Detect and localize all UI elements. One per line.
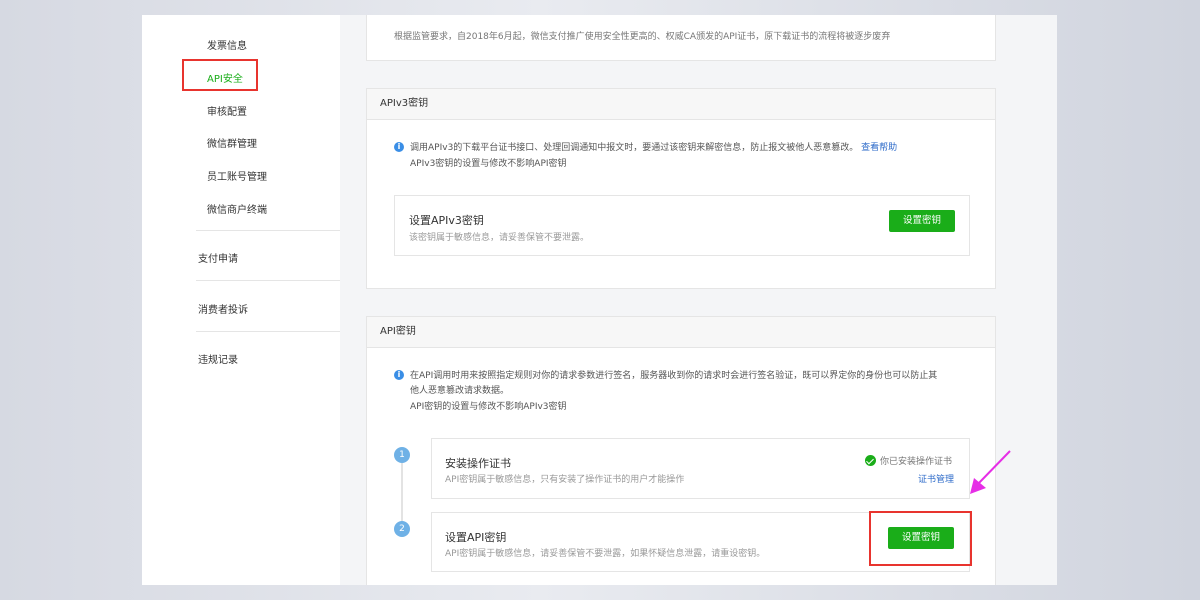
sidebar-item-review-config[interactable]: 审核配置 (207, 103, 247, 118)
apiv3-key-card: APIv3密钥 i 调用APIv3的下载平台证书接口、处理回调通知中报文时，要通… (366, 88, 996, 289)
main-content: 根据监管要求，自2018年6月起，微信支付推广使用安全性更高的、权威CA颁发的A… (340, 15, 1057, 585)
set-apiv3-key-button[interactable]: 设置密钥 (889, 210, 955, 232)
apiv3-card-header: APIv3密钥 (367, 89, 995, 120)
set-api-key-title: 设置API密钥 (445, 531, 507, 544)
api-notice-line1: 在API调用时用来按照指定规则对你的请求参数进行签名，服务器收到你的请求时会进行… (410, 371, 938, 381)
sidebar-item-wechat-group[interactable]: 微信群管理 (207, 135, 257, 150)
api-notice-line3: API密钥的设置与修改不影响APIv3密钥 (410, 402, 567, 412)
apiv3-setting-box: 设置APIv3密钥 该密钥属于敏感信息，请妥善保管不要泄露。 设置密钥 (394, 195, 970, 256)
install-cert-title: 安装操作证书 (445, 457, 511, 470)
install-cert-box: 安装操作证书 API密钥属于敏感信息，只有安装了操作证书的用户才能操作 你已安装… (431, 438, 970, 499)
help-link[interactable]: 查看帮助 (861, 143, 897, 153)
set-api-key-subtitle: API密钥属于敏感信息，请妥善保管不要泄露，如果怀疑信息泄露，请重设密钥。 (445, 549, 766, 559)
sidebar-item-invoice[interactable]: 发票信息 (207, 37, 247, 52)
info-icon: i (394, 142, 404, 152)
api-notice-line2: 他人恶意篡改请求数据。 (410, 386, 510, 396)
apiv3-setting-subtitle: 该密钥属于敏感信息，请妥善保管不要泄露。 (409, 233, 590, 243)
annotation-highlight-box (182, 59, 258, 91)
sidebar-divider (196, 331, 340, 332)
cert-notice-text: 根据监管要求，自2018年6月起，微信支付推广使用安全性更高的、权威CA颁发的A… (394, 32, 891, 42)
check-circle-icon (865, 455, 876, 466)
apiv3-notice-line1: 调用APIv3的下载平台证书接口、处理回调通知中报文时，要通过该密钥来解密信息，… (410, 143, 898, 153)
cert-management-link[interactable]: 证书管理 (918, 472, 954, 485)
apiv3-notice-line2: APIv3密钥的设置与修改不影响API密钥 (410, 159, 567, 169)
sidebar-group-payment-apply[interactable]: 支付申请 (198, 250, 238, 265)
apiv3-setting-title: 设置APIv3密钥 (409, 214, 484, 227)
annotation-highlight-box (869, 511, 972, 566)
info-icon: i (394, 370, 404, 380)
sidebar-group-violation-record[interactable]: 违规记录 (198, 351, 238, 366)
sidebar-group-consumer-complaint[interactable]: 消费者投诉 (198, 301, 248, 316)
cert-installed-status: 你已安装操作证书 (880, 457, 953, 467)
api-card-header: API密钥 (367, 317, 995, 348)
install-cert-subtitle: API密钥属于敏感信息，只有安装了操作证书的用户才能操作 (445, 475, 685, 485)
app-window: 发票信息 API安全 审核配置 微信群管理 员工账号管理 微信商户终端 支付申请… (142, 15, 1057, 585)
annotation-arrow-icon (970, 450, 1011, 494)
cert-notice-card: 根据监管要求，自2018年6月起，微信支付推广使用安全性更高的、权威CA颁发的A… (366, 15, 996, 61)
sidebar-item-staff-account[interactable]: 员工账号管理 (207, 168, 267, 183)
sidebar-divider (196, 280, 340, 281)
step-1-indicator: 1 (394, 447, 410, 463)
sidebar-item-merchant-terminal[interactable]: 微信商户终端 (207, 201, 267, 216)
step-2-indicator: 2 (394, 521, 410, 537)
sidebar-divider (196, 230, 340, 231)
sidebar: 发票信息 API安全 审核配置 微信群管理 员工账号管理 微信商户终端 支付申请… (142, 15, 340, 585)
